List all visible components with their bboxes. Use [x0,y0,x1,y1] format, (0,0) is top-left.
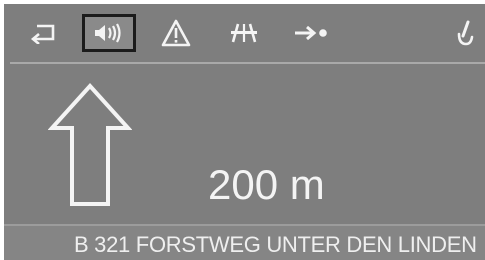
speaker-icon [93,23,125,43]
distance-to-maneuver: 200 m [208,161,325,208]
route-arrow-dot-icon [293,24,329,42]
destination-button[interactable] [286,14,336,52]
traffic-info-button[interactable] [154,14,198,52]
motorway-icon [229,22,259,44]
tool-button[interactable] [448,14,482,52]
back-arrow-icon [29,22,59,44]
navigation-screen: 200 m B 321 FORSTWEG UNTER DEN LINDEN [4,4,485,260]
toolbar-divider [10,62,485,64]
route-criteria-button[interactable] [222,14,266,52]
street-bar: B 321 FORSTWEG UNTER DEN LINDEN [4,224,485,260]
voice-output-button[interactable] [82,14,136,52]
hand-pointer-icon [454,20,476,46]
street-name: B 321 FORSTWEG UNTER DEN LINDEN [74,232,477,257]
warning-triangle-icon [161,19,191,47]
back-button[interactable] [22,14,66,52]
toolbar [4,4,485,60]
straight-ahead-arrow-icon [47,83,133,207]
